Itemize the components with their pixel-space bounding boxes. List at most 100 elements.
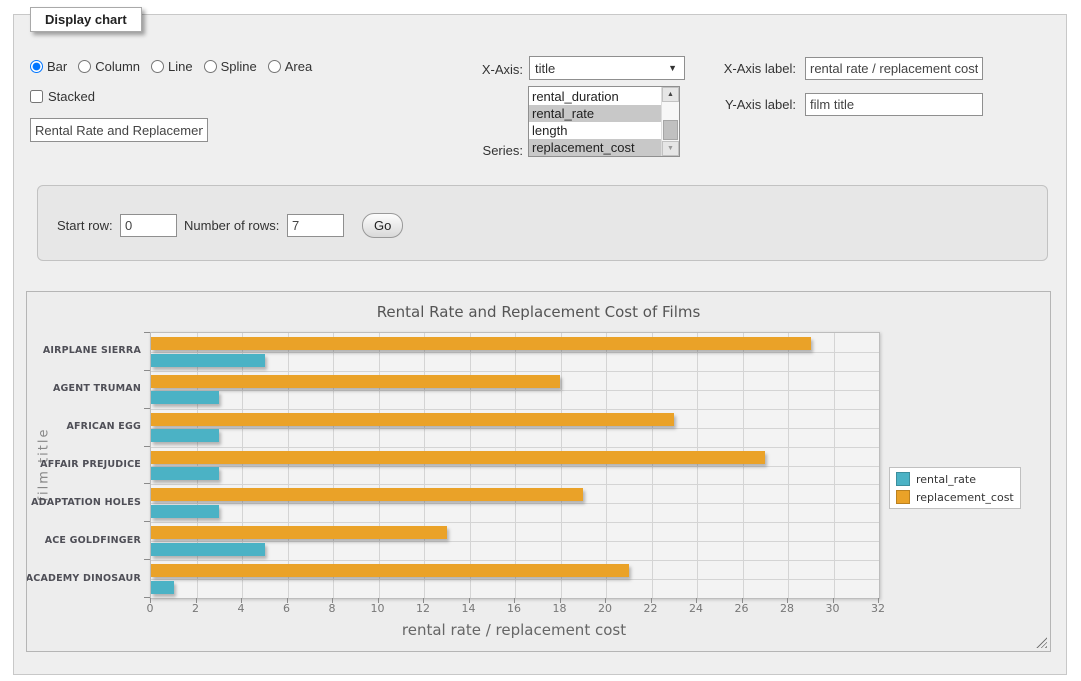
category-label: AGENT TRUMAN xyxy=(27,370,146,408)
y-axis-label-label: Y-Axis label: xyxy=(707,97,796,112)
bar-replacement-cost[interactable] xyxy=(151,526,447,539)
scrollbar-thumb[interactable] xyxy=(663,120,678,140)
series-listbox[interactable]: rental_durationrental_ratelengthreplacem… xyxy=(528,86,680,157)
x-tick-label: 30 xyxy=(826,602,840,615)
y-gridline xyxy=(151,447,879,448)
legend-swatch xyxy=(896,490,910,504)
x-tick-label: 10 xyxy=(371,602,385,615)
series-listbox-options: rental_durationrental_ratelengthreplacem… xyxy=(529,88,662,156)
chart-x-axis-title: rental rate / replacement cost xyxy=(150,621,878,639)
x-tick-label: 0 xyxy=(147,602,154,615)
fieldset-legend: Display chart xyxy=(30,7,142,32)
display-chart-fieldset: Display chart BarColumnLineSplineArea St… xyxy=(13,14,1067,675)
start-row-input[interactable] xyxy=(120,214,177,237)
stacked-label: Stacked xyxy=(48,89,95,104)
chart-type-option-spline[interactable]: Spline xyxy=(204,59,257,74)
bar-replacement-cost[interactable] xyxy=(151,375,560,388)
x-axis-select[interactable]: title ▼ xyxy=(529,56,685,80)
chart-type-option-column[interactable]: Column xyxy=(78,59,140,74)
x-tick-label: 16 xyxy=(507,602,521,615)
category-label: ADAPTATION HOLES xyxy=(27,483,146,521)
bar-replacement-cost[interactable] xyxy=(151,564,629,577)
bar-replacement-cost[interactable] xyxy=(151,337,811,350)
x-tick-label: 6 xyxy=(283,602,290,615)
chart-type-label: Bar xyxy=(47,59,67,74)
num-rows-input[interactable] xyxy=(287,214,344,237)
resize-handle-icon[interactable] xyxy=(1036,637,1047,648)
category-label: AFFAIR PREJUDICE xyxy=(27,446,146,484)
y-gridline xyxy=(151,484,879,485)
bar-rental-rate[interactable] xyxy=(151,391,219,404)
y-gridline xyxy=(151,371,879,372)
x-tick-label: 14 xyxy=(462,602,476,615)
plot-area xyxy=(150,332,880,599)
x-tick-label: 12 xyxy=(416,602,430,615)
category-label: ACADEMY DINOSAUR xyxy=(27,559,146,597)
y-gridline xyxy=(151,503,879,504)
bar-rental-rate[interactable] xyxy=(151,581,174,594)
chart-panel: Rental Rate and Replacement Cost of Film… xyxy=(26,291,1051,652)
chart-type-option-area[interactable]: Area xyxy=(268,59,312,74)
bar-rental-rate[interactable] xyxy=(151,467,219,480)
chart-legend: rental_rate replacement_cost xyxy=(889,467,1021,509)
row-range-form: Start row: Number of rows: Go xyxy=(37,185,1048,261)
x-axis-selected-value: title xyxy=(535,61,555,76)
x-tick-label: 18 xyxy=(553,602,567,615)
bar-rental-rate[interactable] xyxy=(151,543,265,556)
select-dropdown-icon: ▼ xyxy=(668,63,677,73)
x-tick-label: 26 xyxy=(735,602,749,615)
chart-type-label: Column xyxy=(95,59,140,74)
legend-label: replacement_cost xyxy=(916,491,1014,504)
chart-type-radio-line[interactable] xyxy=(151,60,164,73)
series-option-rental_duration[interactable]: rental_duration xyxy=(529,88,662,105)
chart-title: Rental Rate and Replacement Cost of Film… xyxy=(27,303,1050,321)
chart-type-option-line[interactable]: Line xyxy=(151,59,193,74)
category-label: ACE GOLDFINGER xyxy=(27,521,146,559)
x-axis-label-input[interactable] xyxy=(805,57,983,80)
chart-type-radio-spline[interactable] xyxy=(204,60,217,73)
chart-type-option-bar[interactable]: Bar xyxy=(30,59,67,74)
y-tick-mark xyxy=(144,597,150,598)
legend-item-replacement_cost: replacement_cost xyxy=(896,490,1014,504)
x-tick-label: 20 xyxy=(598,602,612,615)
chart-title-input[interactable] xyxy=(30,118,208,142)
num-rows-label: Number of rows: xyxy=(184,218,279,233)
stacked-checkbox[interactable] xyxy=(30,90,43,103)
x-tick-label: 22 xyxy=(644,602,658,615)
scroll-up-icon[interactable]: ▲ xyxy=(662,87,679,102)
y-gridline xyxy=(151,579,879,580)
page: { "fieldset_legend": "Display chart", "i… xyxy=(0,0,1081,681)
legend-label: rental_rate xyxy=(916,473,976,486)
y-gridline xyxy=(151,560,879,561)
chart-type-label: Spline xyxy=(221,59,257,74)
chart-type-label: Line xyxy=(168,59,193,74)
series-option-length[interactable]: length xyxy=(529,122,662,139)
bar-rental-rate[interactable] xyxy=(151,354,265,367)
listbox-scrollbar[interactable]: ▲ ▼ xyxy=(661,87,679,156)
chart-type-radio-area[interactable] xyxy=(268,60,281,73)
bar-rental-rate[interactable] xyxy=(151,429,219,442)
category-label: AIRPLANE SIERRA xyxy=(27,332,146,370)
category-label: AFRICAN EGG xyxy=(27,408,146,446)
bar-replacement-cost[interactable] xyxy=(151,488,583,501)
y-axis-label-input[interactable] xyxy=(805,93,983,116)
chart-type-label: Area xyxy=(285,59,312,74)
y-gridline xyxy=(151,522,879,523)
start-row-label: Start row: xyxy=(57,218,113,233)
x-tick-label: 24 xyxy=(689,602,703,615)
bar-replacement-cost[interactable] xyxy=(151,451,765,464)
chart-type-radio-bar[interactable] xyxy=(30,60,43,73)
bar-rental-rate[interactable] xyxy=(151,505,219,518)
x-axis-select-label: X-Axis: xyxy=(434,62,523,77)
legend-swatch xyxy=(896,472,910,486)
scroll-down-icon[interactable]: ▼ xyxy=(662,141,679,156)
stacked-checkbox-row[interactable]: Stacked xyxy=(30,89,95,104)
series-option-rental_rate[interactable]: rental_rate xyxy=(529,105,662,122)
series-select-label: Series: xyxy=(434,143,523,158)
bar-replacement-cost[interactable] xyxy=(151,413,674,426)
series-option-replacement_cost[interactable]: replacement_cost xyxy=(529,139,662,156)
x-tick-label: 2 xyxy=(192,602,199,615)
go-button[interactable]: Go xyxy=(362,213,403,238)
x-tick-label: 32 xyxy=(871,602,885,615)
chart-type-radio-column[interactable] xyxy=(78,60,91,73)
